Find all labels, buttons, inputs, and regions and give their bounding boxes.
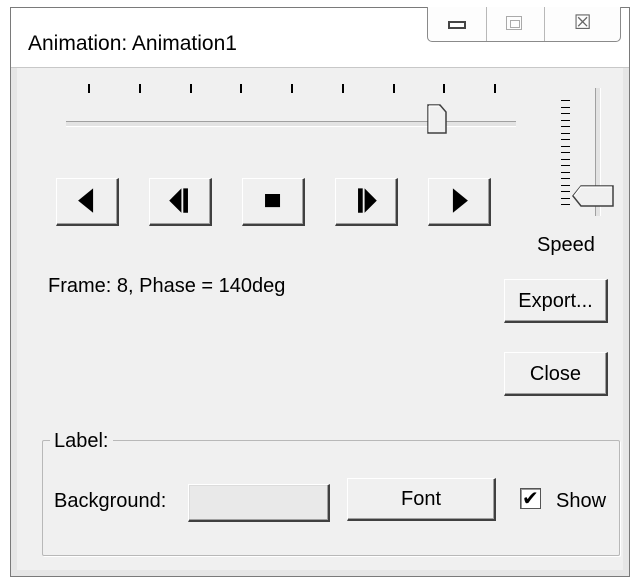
frame-slider-tick bbox=[291, 84, 293, 93]
frame-status-text: Frame: 8, Phase = 140deg bbox=[48, 275, 286, 297]
frame-slider[interactable] bbox=[66, 84, 516, 154]
step-backward-button[interactable] bbox=[149, 178, 212, 226]
speed-slider-tick bbox=[561, 191, 570, 192]
play-backward-icon bbox=[78, 188, 94, 213]
step-forward-icon bbox=[358, 188, 377, 213]
background-label: Background: bbox=[54, 490, 167, 512]
speed-slider-tick bbox=[561, 106, 570, 108]
frame-slider-tick bbox=[138, 84, 141, 93]
speed-slider-tick bbox=[561, 113, 570, 114]
frame-slider-track[interactable] bbox=[66, 121, 516, 127]
speed-slider-tick bbox=[561, 145, 570, 147]
speed-slider-tick bbox=[561, 184, 570, 186]
frame-slider-tick bbox=[88, 84, 90, 93]
caption-buttons: ☒ bbox=[427, 7, 621, 42]
speed-slider-tick bbox=[561, 158, 570, 160]
speed-slider-tick bbox=[561, 171, 570, 173]
frame-slider-tick bbox=[443, 84, 446, 93]
speed-slider-thumb[interactable] bbox=[572, 184, 614, 207]
stop-icon bbox=[265, 194, 281, 208]
step-backward-icon bbox=[169, 188, 188, 213]
maximize-icon bbox=[505, 16, 522, 30]
frame-slider-thumb[interactable] bbox=[427, 104, 447, 134]
minimize-button[interactable] bbox=[428, 7, 487, 41]
export-button[interactable]: Export... bbox=[504, 279, 608, 323]
play-backward-button[interactable] bbox=[56, 178, 119, 226]
minimize-icon bbox=[448, 21, 466, 29]
speed-slider-tick bbox=[561, 152, 570, 153]
frame-slider-tick bbox=[392, 84, 395, 93]
background-color-button[interactable] bbox=[188, 484, 330, 522]
frame-slider-tick bbox=[341, 84, 344, 93]
speed-slider-tick bbox=[561, 139, 570, 140]
speed-slider-tick bbox=[561, 119, 570, 121]
window-title: Animation: Animation1 bbox=[28, 32, 237, 55]
title-bar[interactable]: Animation: Animation1 ☒ bbox=[11, 7, 629, 68]
frame-slider-tick bbox=[240, 84, 243, 93]
stop-button[interactable] bbox=[242, 178, 305, 226]
close-icon: ☒ bbox=[573, 10, 592, 34]
speed-slider[interactable] bbox=[548, 88, 618, 218]
play-forward-icon bbox=[452, 188, 468, 213]
font-button[interactable]: Font bbox=[347, 478, 496, 521]
speed-label: Speed bbox=[537, 234, 595, 256]
close-button[interactable]: ☒ bbox=[545, 7, 620, 41]
step-forward-button[interactable] bbox=[335, 178, 398, 226]
show-label[interactable]: Show bbox=[556, 490, 606, 513]
close-dialog-button[interactable]: Close bbox=[504, 352, 608, 396]
show-checkbox[interactable]: ✔ bbox=[520, 486, 541, 510]
speed-slider-tick bbox=[561, 197, 570, 199]
frame-slider-tick bbox=[189, 84, 192, 93]
speed-slider-tick bbox=[561, 178, 570, 179]
speed-slider-tick bbox=[561, 132, 570, 134]
frame-slider-tick bbox=[494, 84, 496, 93]
label-group-legend: Label: bbox=[50, 430, 113, 453]
speed-slider-tick bbox=[561, 204, 570, 205]
maximize-button[interactable] bbox=[487, 7, 546, 41]
speed-slider-tick bbox=[561, 126, 570, 127]
checkmark-icon: ✔ bbox=[522, 486, 539, 510]
speed-slider-tick bbox=[561, 100, 570, 101]
speed-slider-tick bbox=[561, 165, 570, 166]
play-forward-button[interactable] bbox=[428, 178, 491, 226]
